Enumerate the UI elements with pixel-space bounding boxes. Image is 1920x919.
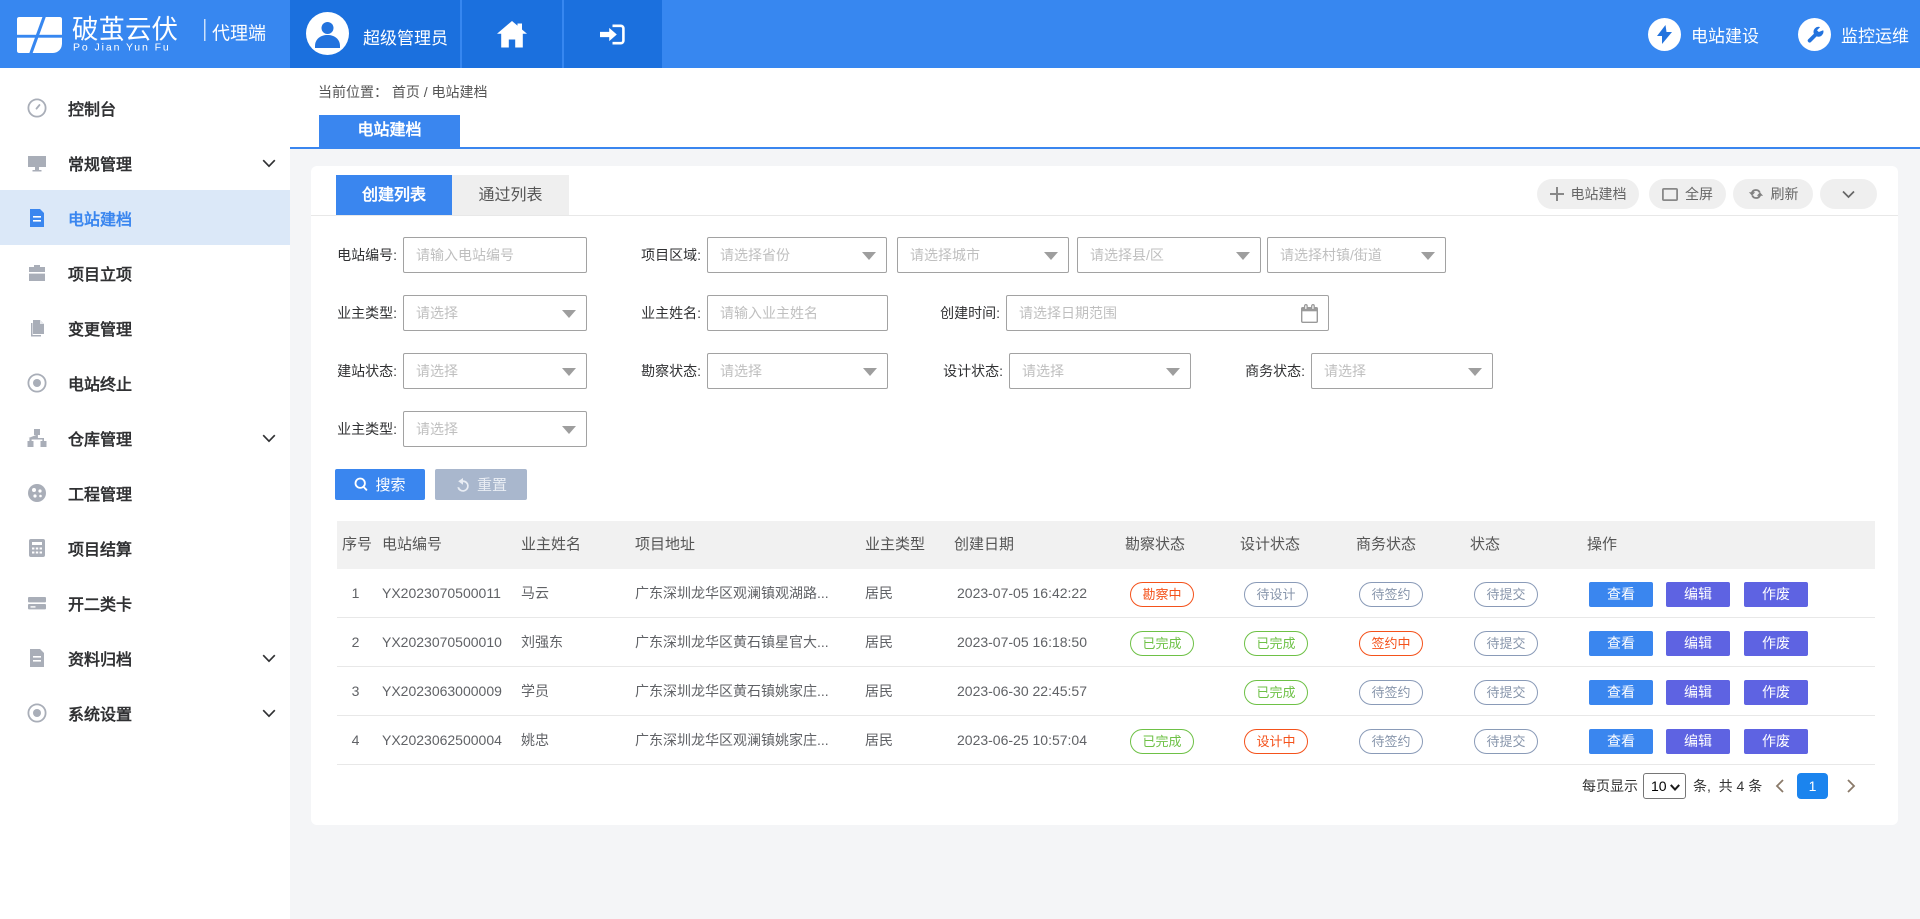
svg-text:破茧云伏: 破茧云伏 xyxy=(72,15,178,45)
svg-text:Po Jian Yun Fu: Po Jian Yun Fu xyxy=(73,42,171,54)
svg-text:代理端: 代理端 xyxy=(212,24,266,44)
